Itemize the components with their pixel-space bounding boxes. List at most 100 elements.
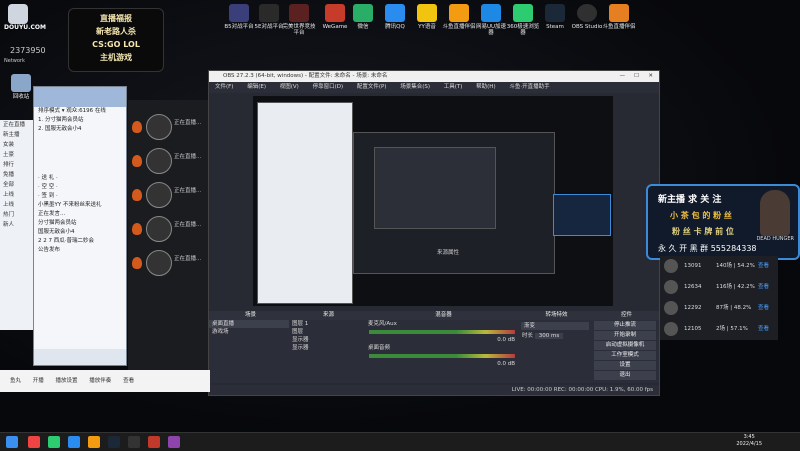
win-rate: 2场 | 57.1% [716, 326, 748, 332]
desktop-shortcut-icon[interactable]: 腾讯QQ [378, 4, 412, 30]
obs-title: OBS 27.2.3 (64-bit, windows) - 配置文件: 未命名… [223, 73, 388, 79]
list-item[interactable]: 免播 [0, 170, 34, 180]
shortcut-glyph [325, 4, 345, 22]
chat-window[interactable]: 排序模式 ▾ 观众:6196 在线 1. 分寸猫两会员站 2. 国服无敌会小4 … [33, 86, 127, 366]
flame-icon [132, 223, 142, 235]
mixer-channel-name: 麦克风/Aux [368, 321, 397, 327]
douyu-logo-text: DOUYU.COM [4, 24, 46, 31]
list-item[interactable]: 上线 [0, 190, 34, 200]
source-item[interactable]: 图层 [289, 328, 365, 336]
desktop-shortcut-icon[interactable]: B5对战平台 [222, 4, 256, 30]
menu-item[interactable]: 停靠窗口(D) [313, 84, 344, 90]
bar-item[interactable]: 播放伴奏 [89, 378, 111, 384]
obs-window[interactable]: OBS 27.2.3 (64-bit, windows) - 配置文件: 未命名… [208, 70, 660, 396]
source-item[interactable]: 显示器 [289, 344, 365, 352]
start-icon[interactable] [6, 436, 18, 448]
bar-item[interactable]: 鱼丸 [10, 378, 21, 384]
scene-item[interactable]: 游戏场 [209, 328, 289, 336]
douyu-icon[interactable] [88, 436, 100, 448]
list-item[interactable]: 热门 [0, 210, 34, 220]
match-row[interactable]: 13091 140场 | 54.2% 查看 [660, 256, 778, 276]
desktop-shortcut-icon[interactable]: 完美世界竞技平台 [282, 4, 316, 36]
list-item[interactable]: 正在直播 [0, 120, 34, 130]
mixer-level: 0.0 dB [497, 361, 515, 367]
match-row[interactable]: 12634 116场 | 42.2% 查看 [660, 277, 778, 297]
viewer-panel: 正在直播... 正在直播... 正在直播... 正在直播... 正在直播... [128, 100, 210, 370]
viewer-row[interactable]: 正在直播... [130, 248, 208, 278]
stream-banner: 直播福报 新老路人杀 CS:GO LOL 主机游戏 [68, 8, 164, 72]
list-item[interactable]: 排行 [0, 160, 34, 170]
studio-mode-button[interactable]: 工作室模式 [594, 351, 656, 360]
menu-item[interactable]: 编辑(E) [247, 84, 266, 90]
desktop-shortcut-icon[interactable]: OBS Studio [570, 4, 604, 30]
list-item[interactable]: 上线 [0, 200, 34, 210]
view-link[interactable]: 查看 [758, 319, 769, 339]
wechat-icon[interactable] [48, 436, 60, 448]
list-item[interactable]: 新人 [0, 220, 34, 230]
duration-input[interactable]: 300 ms [534, 333, 564, 339]
source-item[interactable]: 显示器 [289, 336, 365, 344]
browser-icon[interactable] [28, 436, 40, 448]
menu-item[interactable]: 配置文件(P) [357, 84, 387, 90]
view-link[interactable]: 查看 [758, 256, 769, 276]
match-row[interactable]: 12105 2场 | 57.1% 查看 [660, 319, 778, 339]
chat-line: 国服无敌会小4 [38, 229, 75, 235]
bar-item[interactable]: 查看 [123, 378, 134, 384]
obs-menu-bar: 文件(F) 编辑(E) 视图(V) 停靠窗口(D) 配置文件(P) 场景集合(S… [209, 82, 659, 93]
obs-title-bar[interactable]: OBS 27.2.3 (64-bit, windows) - 配置文件: 未命名… [209, 71, 659, 82]
viewer-row[interactable]: 正在直播... [130, 146, 208, 176]
menu-item[interactable]: 工具(T) [444, 84, 463, 90]
desktop-shortcut-icon[interactable]: 微信 [346, 4, 380, 30]
stop-streaming-button[interactable]: 停止推流 [594, 321, 656, 330]
view-link[interactable]: 查看 [758, 298, 769, 318]
obs-preview[interactable]: 来源属性 [253, 96, 613, 306]
menu-item[interactable]: 场景集合(S) [400, 84, 430, 90]
bar-item[interactable]: 开播 [33, 378, 44, 384]
transition-select[interactable]: 渐变 [521, 322, 589, 330]
source-item[interactable]: 图层 1 [289, 320, 365, 328]
close-icon[interactable]: ✕ [648, 71, 653, 82]
desktop-shortcut-icon[interactable]: Steam [538, 4, 572, 30]
view-link[interactable]: 查看 [758, 277, 769, 297]
desktop-shortcut-icon[interactable]: 5E对战平台 [252, 4, 286, 30]
maximize-icon[interactable]: ☐ [634, 71, 639, 82]
flame-icon [132, 189, 142, 201]
desktop-shortcut-icon[interactable]: 斗鱼直播伴侣 [602, 4, 636, 30]
match-row[interactable]: 12292 87场 | 48.2% 查看 [660, 298, 778, 318]
menu-item[interactable]: 斗鱼·开直播助手 [509, 84, 549, 90]
obs-icon[interactable] [128, 436, 140, 448]
list-item[interactable]: 土豪 [0, 150, 34, 160]
exit-button[interactable]: 退出 [594, 371, 656, 380]
bar-item[interactable]: 播放设置 [56, 378, 78, 384]
scene-item[interactable]: 桌面直播 [209, 320, 289, 328]
viewer-status: 正在直播... [174, 188, 202, 194]
viewer-row[interactable]: 正在直播... [130, 180, 208, 210]
qq-icon[interactable] [68, 436, 80, 448]
shortcut-glyph [417, 4, 437, 22]
desktop-shortcut-icon[interactable]: 360极速浏览器 [506, 4, 540, 36]
douyu-logo[interactable]: DOUYU.COM [4, 4, 56, 40]
menu-item[interactable]: 视图(V) [280, 84, 299, 90]
player-id: 12634 [684, 284, 702, 290]
list-item[interactable]: 女装 [0, 140, 34, 150]
desktop-shortcut-icon[interactable]: 斗鱼直播伴侣 [442, 4, 476, 30]
settings-button[interactable]: 设置 [594, 361, 656, 370]
viewer-row[interactable]: 正在直播... [130, 214, 208, 244]
start-recording-button[interactable]: 开始录制 [594, 331, 656, 340]
chat-toolbar[interactable] [34, 349, 126, 365]
menu-item[interactable]: 文件(F) [215, 84, 233, 90]
virtual-camera-button[interactable]: 启动虚拟摄像机 [594, 341, 656, 350]
app-icon[interactable] [148, 436, 160, 448]
app-icon[interactable] [168, 436, 180, 448]
banner-line: 直播福报 [100, 14, 132, 23]
minimize-icon[interactable]: — [620, 71, 626, 82]
steam-icon[interactable] [108, 436, 120, 448]
clock-date: 2022/4/15 [736, 441, 762, 447]
clock[interactable]: 3:45 2022/4/15 [736, 434, 762, 448]
viewer-row[interactable]: 正在直播... [130, 112, 208, 142]
list-item[interactable]: 全部 [0, 180, 34, 190]
list-item[interactable]: 新主播 [0, 130, 34, 140]
desktop-shortcut-icon[interactable]: 网易UU加速器 [474, 4, 508, 36]
menu-item[interactable]: 帮助(H) [476, 84, 495, 90]
desktop-shortcut-icon[interactable]: YY语音 [410, 4, 444, 30]
